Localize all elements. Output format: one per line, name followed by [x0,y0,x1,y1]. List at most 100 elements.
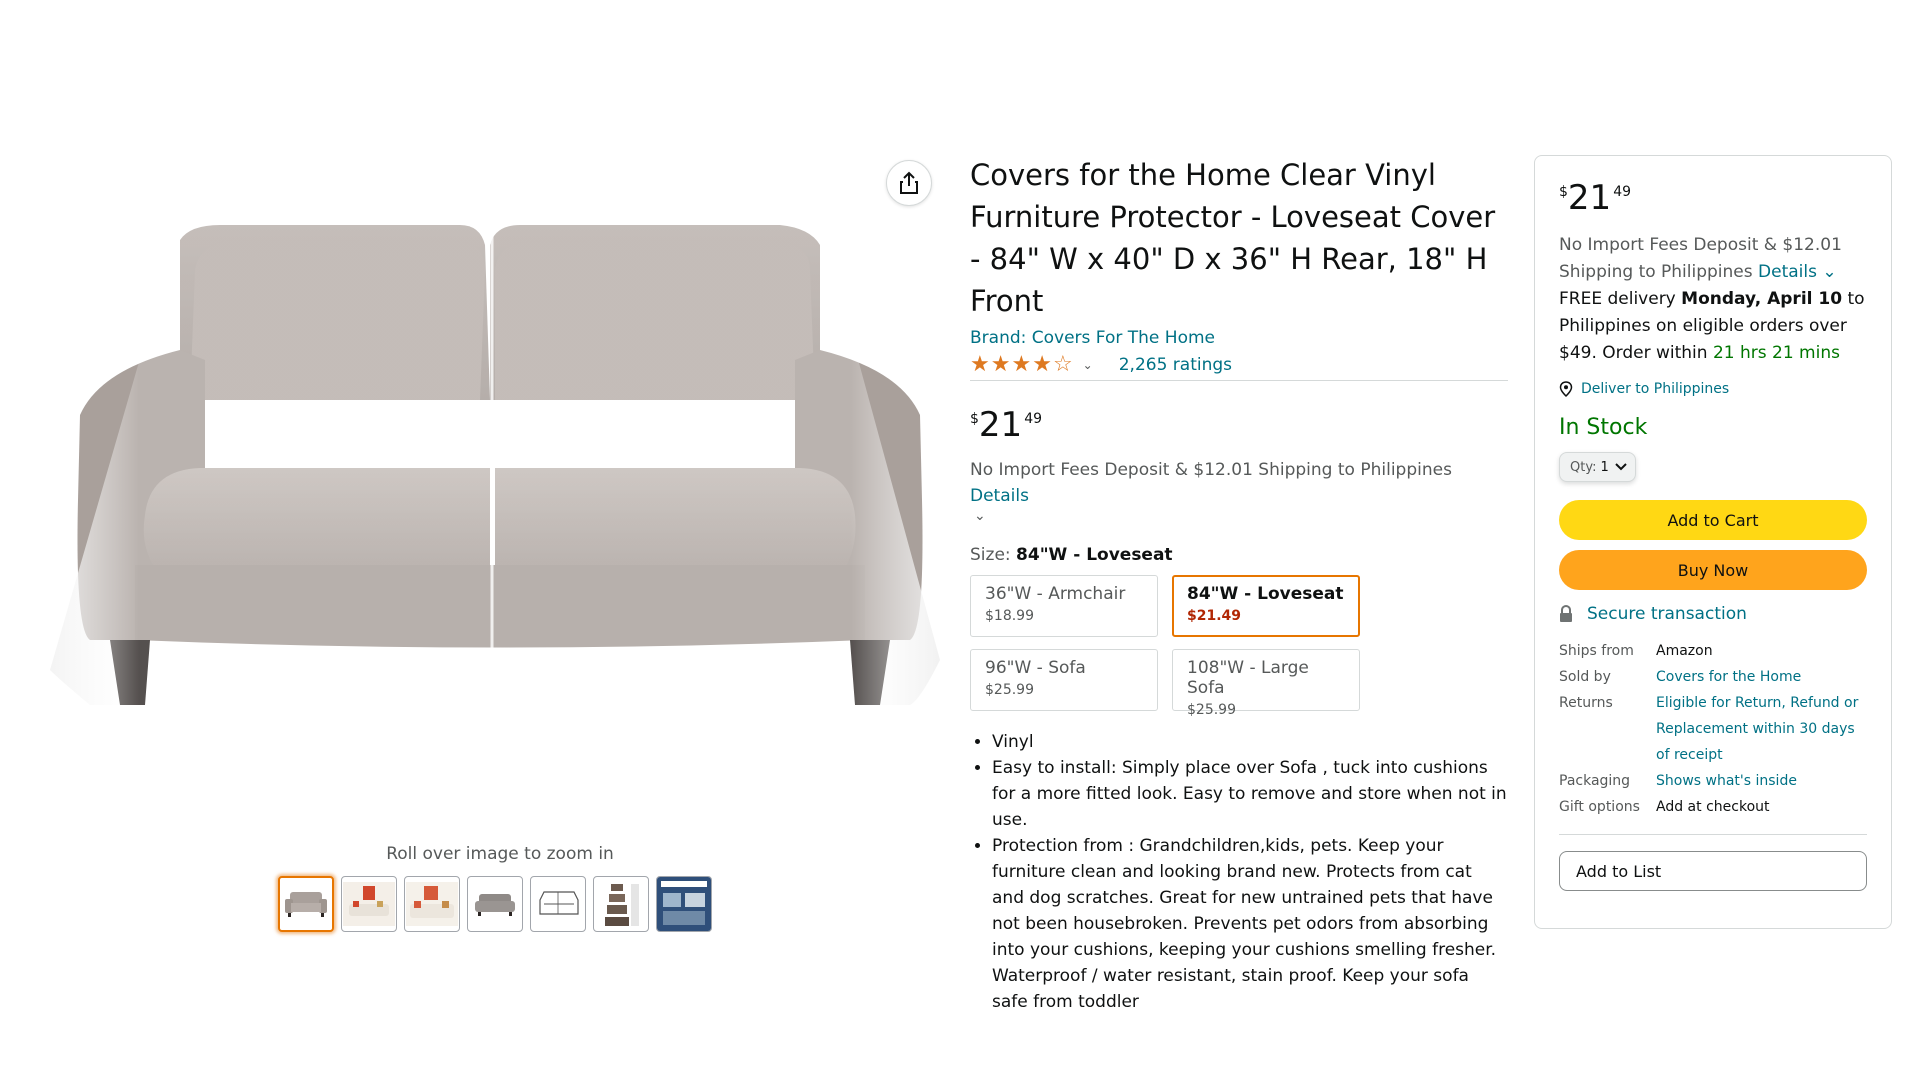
rating-row: ★ ★ ★ ★ ☆ ⌄ 2,265 ratings [970,354,1508,381]
info-value: Add at checkout [1656,799,1770,815]
thumbnail-5[interactable] [530,876,586,932]
chevron-down-icon[interactable]: ⌄ [974,509,1508,523]
size-option-name: 84"W - Loveseat [1187,584,1344,604]
chevron-down-icon[interactable]: ⌄ [1083,358,1093,372]
delivery-date: Monday, April 10 [1681,289,1843,309]
product-details: Covers for the Home Clear Vinyl Furnitur… [970,154,1508,1015]
size-option-price: $18.99 [985,608,1034,624]
deliver-to-link[interactable]: Deliver to Philippines [1559,381,1867,397]
info-row-packaging: Packaging Shows what's inside [1559,768,1867,794]
free-delivery-label: FREE delivery [1559,289,1676,309]
line-drawing-thumbnail-icon [539,891,579,915]
returns-link[interactable]: Eligible for Return, Refund or Replaceme… [1656,690,1867,768]
sold-by-link[interactable]: Covers for the Home [1656,664,1801,690]
ratings-count-link[interactable]: 2,265 ratings [1119,355,1232,375]
thumbnail-2[interactable] [341,876,397,932]
chevron-down-icon[interactable]: ⌄ [1822,262,1836,282]
size-option-price: $25.99 [985,682,1034,698]
ship-line-1: No Import Fees Deposit & $12.01 [1559,235,1842,255]
size-label: Size: 84"W - Loveseat [970,545,1508,565]
price-whole: 21 [1567,178,1612,218]
sofa-thumbnail-icon [285,892,327,917]
price-currency: $ [970,411,979,427]
size-option-name: 108"W - Large Sofa [1187,658,1309,698]
packaging-link[interactable]: Shows what's inside [1656,768,1797,794]
info-row-sold-by: Sold by Covers for the Home [1559,664,1867,690]
feature-bullet: Easy to install: Simply place over Sofa … [992,755,1508,833]
seller-info: Ships from Amazon Sold by Covers for the… [1559,638,1867,820]
ship-line-2: Shipping to Philippines [1559,262,1753,282]
price-fraction: 49 [1613,184,1632,200]
size-option-price: $25.99 [1187,702,1236,718]
buybox-price: $ 21 49 [1559,180,1867,216]
star-full-icon: ★ [970,352,990,377]
zoom-hint: Roll over image to zoom in [386,844,614,864]
secure-transaction-link[interactable]: Secure transaction [1559,604,1867,624]
image-gallery: Roll over image to zoom in [40,160,960,940]
size-option-armchair[interactable]: 36"W - Armchair $18.99 [970,575,1158,637]
info-value: Amazon [1656,643,1713,659]
room-thumbnail-icon [406,882,458,926]
delivery-countdown: 21 hrs 21 mins [1712,343,1840,363]
secure-transaction-text: Secure transaction [1587,604,1747,624]
star-empty-icon: ☆ [1052,352,1073,377]
sofa-thumbnail-icon [475,894,515,916]
size-options: 36"W - Armchair $18.99 84"W - Loveseat $… [970,575,1508,718]
feature-bullets: Vinyl Easy to install: Simply place over… [970,729,1508,1015]
stock-status: In Stock [1559,415,1648,440]
share-icon [900,171,918,194]
size-option-price: $21.49 [1187,608,1242,624]
chevron-down-icon [1615,463,1627,471]
quantity-select[interactable]: Qty: 1 [1559,452,1636,482]
quantity-label: Qty: [1570,459,1597,475]
size-selected: 84"W - Loveseat [1016,545,1173,565]
size-label-text: Size: [970,545,1011,565]
add-to-list-button[interactable]: Add to List [1559,851,1867,891]
size-chart-thumbnail-icon [605,884,639,926]
thumbnail-4[interactable] [467,876,523,932]
price-fraction: 49 [1024,411,1043,427]
thumbnail-1[interactable] [278,876,334,932]
quantity-value: 1 [1600,459,1609,475]
shipping-text: No Import Fees Deposit & $12.01 Shipping… [970,460,1452,480]
size-option-name: 96"W - Sofa [985,658,1086,678]
deliver-to-text: Deliver to Philippines [1581,381,1730,397]
details-link[interactable]: Details [1758,262,1817,282]
product-title: Covers for the Home Clear Vinyl Furnitur… [970,158,1496,318]
info-key: Packaging [1559,773,1631,789]
info-key: Returns [1559,695,1613,711]
divider [1559,834,1867,835]
star-rating[interactable]: ★ ★ ★ ★ ☆ [970,354,1073,376]
size-option-large-sofa[interactable]: 108"W - Large Sofa $25.99 [1172,649,1360,718]
info-key: Gift options [1559,799,1640,815]
info-row-gift-options: Gift options Add at checkout [1559,794,1867,820]
price-whole: 21 [978,405,1023,445]
price-currency: $ [1559,184,1568,200]
thumbnail-7[interactable] [656,876,712,932]
details-link[interactable]: Details [970,486,1029,506]
info-row-ships-from: Ships from Amazon [1559,638,1867,664]
thumbnail-strip [278,876,712,932]
product-main-image[interactable] [40,200,960,800]
buy-box: $ 21 49 No Import Fees Deposit & $12.01 … [1534,155,1892,929]
size-option-loveseat[interactable]: 84"W - Loveseat $21.49 [1172,575,1360,637]
size-option-sofa[interactable]: 96"W - Sofa $25.99 [970,649,1158,711]
star-full-icon: ★ [1032,352,1052,377]
thumbnail-6[interactable] [593,876,649,932]
info-key: Ships from [1559,643,1634,659]
buy-now-button[interactable]: Buy Now [1559,550,1867,590]
price: $ 21 49 [970,407,1508,443]
feature-bullet: Protection from : Grandchildren,kids, pe… [992,833,1508,1015]
info-key: Sold by [1559,669,1611,685]
add-to-cart-button[interactable]: Add to Cart [1559,500,1867,540]
buybox-shipping: No Import Fees Deposit & $12.01 Shipping… [1559,232,1867,367]
shipping-note: No Import Fees Deposit & $12.01 Shipping… [970,457,1508,523]
brand-link[interactable]: Brand: Covers For The Home [970,328,1508,348]
feature-bullet: Vinyl [992,729,1508,755]
thumbnail-3[interactable] [404,876,460,932]
size-option-name: 36"W - Armchair [985,584,1126,604]
infographic-thumbnail-icon [657,877,711,931]
info-row-returns: Returns Eligible for Return, Refund or R… [1559,690,1867,768]
room-thumbnail-icon [343,882,395,926]
star-full-icon: ★ [1011,352,1032,377]
